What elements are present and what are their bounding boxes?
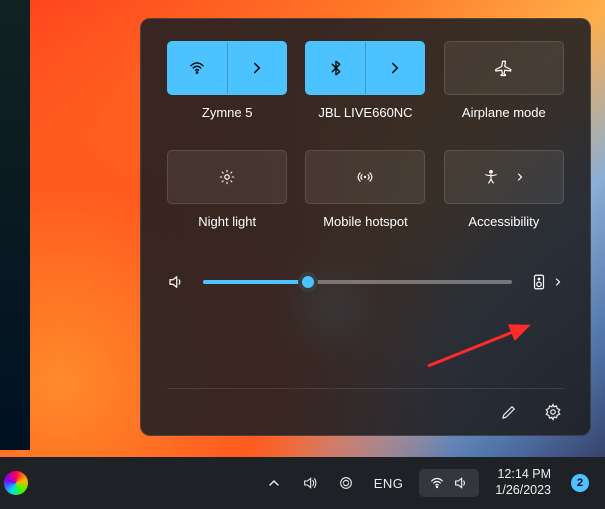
clock-date: 1/26/2023	[495, 483, 551, 499]
chevron-right-icon	[514, 171, 526, 183]
taskbar-app-icon[interactable]	[2, 469, 30, 497]
chevron-right-icon	[248, 59, 266, 77]
airplane-icon	[495, 59, 513, 77]
taskbar: ENG 12:14 PM 1/26/2023 2	[0, 457, 605, 509]
wifi-icon	[429, 475, 445, 491]
tile-night-light: Night light	[167, 150, 287, 229]
accessibility-label: Accessibility	[468, 214, 539, 229]
speaker-icon	[302, 475, 318, 491]
panel-footer	[167, 388, 564, 423]
hotspot-icon	[356, 168, 374, 186]
quick-settings-panel: Zymne 5 JBL LIVE660NC	[140, 18, 591, 436]
wifi-toggle[interactable]	[168, 42, 227, 94]
taskbar-right: ENG 12:14 PM 1/26/2023 2	[262, 457, 605, 509]
notification-count-badge: 2	[571, 474, 589, 492]
accessibility-icon	[482, 168, 500, 186]
clock-time: 12:14 PM	[495, 467, 551, 483]
tile-wifi: Zymne 5	[167, 41, 287, 120]
quick-tiles-grid: Zymne 5 JBL LIVE660NC	[167, 41, 564, 229]
tray-overflow-button[interactable]	[262, 471, 286, 495]
taskbar-left	[0, 457, 30, 509]
airplane-label: Airplane mode	[462, 105, 546, 120]
clock-button[interactable]: 12:14 PM 1/26/2023	[491, 463, 555, 502]
hotspot-button[interactable]	[305, 150, 425, 204]
tile-hotspot: Mobile hotspot	[305, 150, 425, 229]
tray-onedrive-button[interactable]	[334, 471, 358, 495]
gear-icon	[544, 403, 562, 421]
night-light-icon	[218, 168, 236, 186]
chevron-right-icon	[552, 276, 564, 288]
tray-volume-button[interactable]	[298, 471, 322, 495]
bluetooth-expand[interactable]	[365, 42, 425, 94]
tile-airplane: Airplane mode	[444, 41, 564, 120]
volume-slider-fill	[203, 280, 308, 284]
bluetooth-icon	[327, 59, 345, 77]
hotspot-label: Mobile hotspot	[323, 214, 408, 229]
audio-output-button[interactable]	[530, 273, 564, 291]
wallpaper-edge	[0, 0, 30, 450]
tile-bluetooth: JBL LIVE660NC	[305, 41, 425, 120]
speaker-icon[interactable]	[167, 273, 185, 291]
volume-row	[167, 273, 564, 291]
wifi-button[interactable]	[167, 41, 287, 95]
chevron-up-icon	[266, 475, 282, 491]
accessibility-button[interactable]	[444, 150, 564, 204]
volume-slider[interactable]	[203, 280, 512, 284]
sync-icon	[338, 475, 354, 491]
language-indicator[interactable]: ENG	[370, 472, 408, 495]
wifi-label: Zymne 5	[202, 105, 253, 120]
speaker-icon	[453, 475, 469, 491]
wifi-icon	[188, 59, 206, 77]
chevron-right-icon	[386, 59, 404, 77]
night-light-button[interactable]	[167, 150, 287, 204]
settings-button[interactable]	[542, 401, 564, 423]
bluetooth-button[interactable]	[305, 41, 425, 95]
speaker-device-icon	[530, 273, 548, 291]
night-light-label: Night light	[198, 214, 256, 229]
volume-slider-thumb[interactable]	[298, 272, 318, 292]
pencil-icon	[500, 403, 518, 421]
airplane-button[interactable]	[444, 41, 564, 95]
tile-accessibility: Accessibility	[444, 150, 564, 229]
network-flyout-button[interactable]	[419, 469, 479, 497]
bluetooth-toggle[interactable]	[306, 42, 365, 94]
edit-quick-settings-button[interactable]	[498, 401, 520, 423]
wifi-expand[interactable]	[227, 42, 287, 94]
notifications-button[interactable]: 2	[567, 470, 593, 496]
bluetooth-label: JBL LIVE660NC	[318, 105, 412, 120]
